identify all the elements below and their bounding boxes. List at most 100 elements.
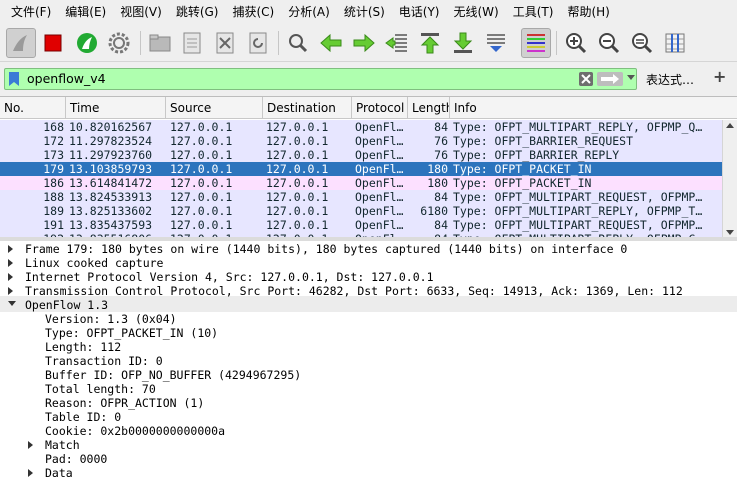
bookmark-icon[interactable] [9, 72, 19, 86]
detail-tree-item[interactable]: Linux cooked capture [25, 256, 163, 270]
menu-item-8[interactable]: 无线(W) [447, 0, 506, 25]
filter-history-chevron-down-icon[interactable] [627, 75, 635, 80]
cell-dst: 127.0.0.1 [266, 120, 329, 134]
apply-filter-icon[interactable] [597, 72, 623, 86]
menu-item-7[interactable]: 电话(Y) [392, 0, 447, 25]
clear-filter-icon[interactable] [579, 72, 593, 86]
detail-tree-item[interactable]: Buffer ID: OFP_NO_BUFFER (4294967295) [45, 368, 301, 382]
column-header-info[interactable]: Info [450, 97, 737, 119]
cell-time: 13.103859793 [69, 162, 153, 176]
display-filter-input[interactable] [27, 69, 567, 89]
go-to-packet-icon[interactable] [382, 28, 412, 58]
cell-proto: OpenFl… [355, 218, 404, 232]
column-header-no[interactable]: No. [0, 97, 66, 119]
menu-bar: 文件(F) 编辑(E) 视图(V) 跳转(G) 捕获(C) 分析(A) 统计(S) 电话(Y)… [0, 0, 737, 25]
detail-tree-item[interactable]: Data [45, 466, 73, 480]
display-filter-bar: 表达式… + [0, 62, 737, 96]
openflow-row-highlight [0, 296, 737, 312]
cell-info: Type: OFPT_MULTIPART_REQUEST, OFPMP… [453, 190, 703, 204]
chevron-right-icon[interactable] [28, 441, 33, 449]
find-packet-icon[interactable] [283, 28, 313, 58]
cell-src: 127.0.0.1 [170, 134, 233, 148]
table-row-selected[interactable]: 179 13.103859793 127.0.0.1 127.0.0.1 OpenFl…… [0, 162, 722, 176]
zoom-out-icon[interactable] [594, 28, 624, 58]
cell-info: Type: OFPT_PACKET_IN [453, 176, 592, 190]
zoom-in-icon[interactable] [561, 28, 591, 58]
detail-tree-item[interactable]: Transmission Control Protocol, Src Port:… [25, 284, 683, 298]
normal-size-icon[interactable] [627, 28, 657, 58]
table-row[interactable]: 189 13.825133602 127.0.0.1 127.0.0.1 OpenFl…… [0, 204, 722, 218]
cell-no: 173 [43, 148, 64, 162]
table-row[interactable]: 186 13.614841472 127.0.0.1 127.0.0.1 OpenFl…… [0, 176, 722, 190]
chevron-right-icon[interactable] [28, 469, 33, 477]
column-header-time[interactable]: Time [66, 97, 166, 119]
column-header-protocol[interactable]: Protocol [352, 97, 408, 119]
go-first-icon[interactable] [415, 28, 445, 58]
detail-tree-item[interactable]: Version: 1.3 (0x04) [45, 312, 177, 326]
add-filter-button[interactable]: + [713, 67, 726, 86]
restart-capture-icon[interactable] [72, 28, 102, 58]
chevron-right-icon[interactable] [8, 287, 13, 295]
detail-tree-item[interactable]: Length: 112 [45, 340, 121, 354]
expression-button[interactable]: 表达式… [646, 71, 694, 88]
column-header-length[interactable]: Length [408, 97, 450, 119]
detail-tree-item[interactable]: Total length: 70 [45, 382, 156, 396]
cell-time: 10.820162567 [69, 120, 153, 134]
menu-item-6[interactable]: 统计(S) [337, 0, 392, 25]
detail-tree-item[interactable]: Cookie: 0x2b0000000000000a [45, 424, 225, 438]
go-forward-icon[interactable] [349, 28, 379, 58]
cell-no: 189 [43, 204, 64, 218]
packet-list-header: No. Time Source Destination Protocol Len… [0, 97, 737, 119]
table-row[interactable]: 172 11.297823524 127.0.0.1 127.0.0.1 OpenFl…… [0, 134, 722, 148]
chevron-right-icon[interactable] [8, 259, 13, 267]
column-header-destination[interactable]: Destination [263, 97, 352, 119]
autoscroll-icon[interactable] [481, 28, 511, 58]
table-row[interactable]: 173 11.297923760 127.0.0.1 127.0.0.1 OpenFl…… [0, 148, 722, 162]
detail-tree-item[interactable]: Pad: 0000 [45, 452, 107, 466]
detail-tree-item[interactable]: Match [45, 438, 80, 452]
cell-no: 186 [43, 176, 64, 190]
cell-no: 191 [43, 218, 64, 232]
reload-file-icon[interactable] [243, 28, 273, 58]
table-row[interactable]: 191 13.835437593 127.0.0.1 127.0.0.1 OpenFl…… [0, 218, 722, 232]
column-header-source[interactable]: Source [166, 97, 263, 119]
detail-tree-item[interactable]: Type: OFPT_PACKET_IN (10) [45, 326, 218, 340]
detail-tree-item[interactable]: Reason: OFPR_ACTION (1) [45, 396, 204, 410]
close-file-icon[interactable] [210, 28, 240, 58]
menu-item-1[interactable]: 编辑(E) [58, 0, 113, 25]
menu-item-4[interactable]: 捕获(C) [225, 0, 281, 25]
scroll-down-icon[interactable] [726, 230, 734, 235]
open-file-icon[interactable] [145, 28, 175, 58]
detail-tree-item[interactable]: OpenFlow 1.3 [25, 298, 108, 312]
menu-item-5[interactable]: 分析(A) [281, 0, 337, 25]
menu-item-10[interactable]: 帮助(H) [560, 0, 616, 25]
go-last-icon[interactable] [448, 28, 478, 58]
cell-no: 172 [43, 134, 64, 148]
detail-tree-item[interactable]: Internet Protocol Version 4, Src: 127.0.… [25, 270, 434, 284]
menu-item-0[interactable]: 文件(F) [4, 0, 58, 25]
menu-item-2[interactable]: 视图(V) [113, 0, 169, 25]
go-back-icon[interactable] [316, 28, 346, 58]
menu-item-3[interactable]: 跳转(G) [169, 0, 226, 25]
cell-src: 127.0.0.1 [170, 204, 233, 218]
stop-capture-icon[interactable] [38, 28, 68, 58]
scroll-up-icon[interactable] [726, 123, 734, 128]
file-set-icon[interactable] [177, 28, 207, 58]
detail-tree-item[interactable]: Frame 179: 180 bytes on wire (1440 bits)… [25, 242, 627, 256]
chevron-right-icon[interactable] [8, 273, 13, 281]
resize-columns-icon[interactable] [660, 28, 690, 58]
packet-rows: 168 10.820162567 127.0.0.1 127.0.0.1 OpenFl…… [0, 120, 722, 237]
detail-tree-item[interactable]: Table ID: 0 [45, 410, 121, 424]
cell-dst: 127.0.0.1 [266, 190, 329, 204]
capture-options-icon[interactable] [104, 28, 134, 58]
cell-info: Type: OFPT_BARRIER_REQUEST [453, 134, 634, 148]
shark-fin-start-icon[interactable] [6, 28, 36, 58]
chevron-right-icon[interactable] [8, 245, 13, 253]
table-row[interactable]: 168 10.820162567 127.0.0.1 127.0.0.1 OpenFl…… [0, 120, 722, 134]
detail-tree-item[interactable]: Transaction ID: 0 [45, 354, 163, 368]
chevron-down-icon[interactable] [8, 301, 16, 306]
packet-list-scrollbar[interactable] [722, 120, 737, 237]
menu-item-9[interactable]: 工具(T) [506, 0, 561, 25]
table-row[interactable]: 188 13.824533913 127.0.0.1 127.0.0.1 OpenFl…… [0, 190, 722, 204]
colorize-icon[interactable] [521, 28, 551, 58]
